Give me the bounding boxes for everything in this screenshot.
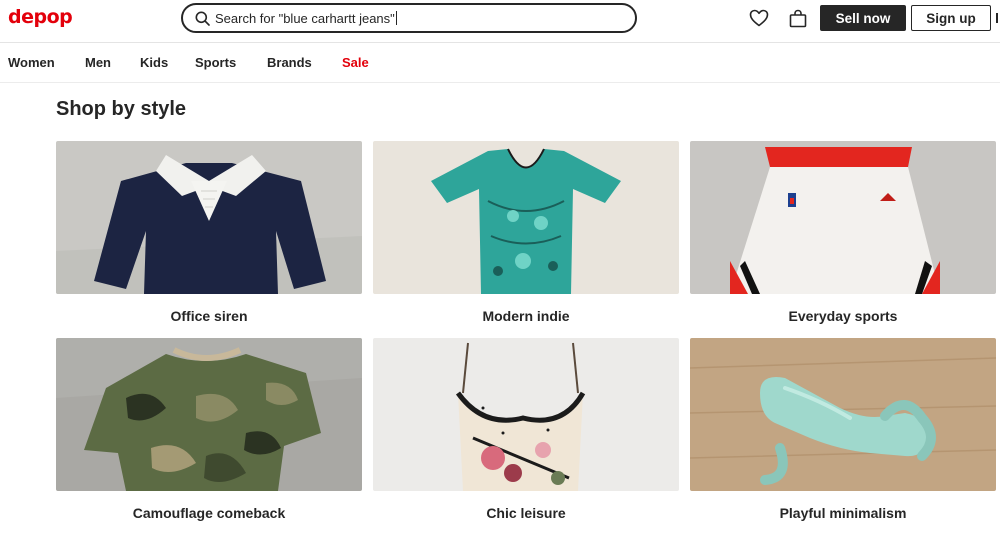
style-card-modern-indie[interactable]: Modern indie xyxy=(373,141,679,324)
modern-indie-image xyxy=(373,141,679,294)
style-label: Everyday sports xyxy=(788,308,898,324)
wishlist-button[interactable] xyxy=(748,7,770,29)
text-cursor xyxy=(395,11,397,25)
search-icon xyxy=(195,11,210,26)
style-card-camouflage-comeback[interactable]: Camouflage comeback xyxy=(56,338,362,521)
camouflage-comeback-image xyxy=(56,338,362,491)
nav-item-brands[interactable]: Brands xyxy=(267,55,312,70)
style-card-office-siren[interactable]: Office siren xyxy=(56,141,362,324)
style-label: Chic leisure xyxy=(486,505,566,521)
style-card-chic-leisure[interactable]: Chic leisure xyxy=(373,338,679,521)
depop-logo[interactable]: depop xyxy=(8,4,73,30)
top-header: depop Search for "blue carhartt jeans" S… xyxy=(0,0,1000,43)
nav-item-kids[interactable]: Kids xyxy=(140,55,168,70)
style-label: Modern indie xyxy=(482,308,570,324)
style-card-playful-minimalism[interactable]: Playful minimalism xyxy=(690,338,996,521)
style-label: Playful minimalism xyxy=(779,505,907,521)
sell-now-button[interactable]: Sell now xyxy=(820,5,906,31)
heart-icon xyxy=(749,9,769,27)
search-input[interactable]: Search for "blue carhartt jeans" xyxy=(181,3,637,33)
sign-up-button[interactable]: Sign up xyxy=(911,5,991,31)
everyday-sports-image xyxy=(690,141,996,294)
nav-item-sale[interactable]: Sale xyxy=(342,55,369,70)
style-label: Office siren xyxy=(170,308,248,324)
chic-leisure-image xyxy=(373,338,679,491)
truncated-header-item xyxy=(996,13,998,23)
search-value: Search for "blue carhartt jeans" xyxy=(215,10,395,26)
bag-button[interactable] xyxy=(787,7,809,29)
playful-minimalism-image xyxy=(690,338,996,491)
office-siren-image xyxy=(56,141,362,294)
nav-item-men[interactable]: Men xyxy=(85,55,111,70)
category-nav: Women Men Kids Sports Brands Sale xyxy=(0,44,1000,83)
nav-item-sports[interactable]: Sports xyxy=(195,55,236,70)
nav-item-women[interactable]: Women xyxy=(8,55,55,70)
section-title: Shop by style xyxy=(56,98,187,120)
shopping-bag-icon xyxy=(789,9,807,27)
style-label: Camouflage comeback xyxy=(132,505,286,521)
style-card-everyday-sports[interactable]: Everyday sports xyxy=(690,141,996,324)
